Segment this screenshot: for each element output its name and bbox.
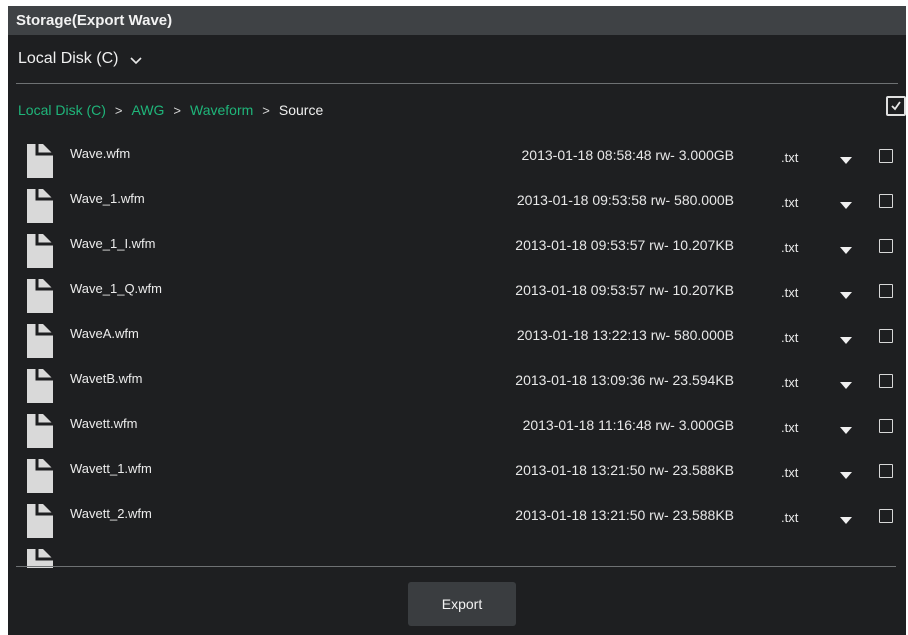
file-icon xyxy=(26,503,54,539)
file-extension: .txt xyxy=(781,195,799,210)
file-icon xyxy=(26,188,54,224)
file-row[interactable]: Wavett.wfm 2013-01-18 11:16:48 rw- 3.000G… xyxy=(8,410,906,455)
file-metadata: 2013-01-18 13:22:13 rw- 580.000B xyxy=(516,327,734,343)
file-row[interactable]: Wave_1_Q.wfm 2013-01-18 09:53:57 rw- 10.2… xyxy=(8,275,906,320)
file-name: Wave_1_Q.wfm xyxy=(70,281,162,296)
dropdown-arrow-icon[interactable] xyxy=(840,332,852,344)
file-metadata: 2013-01-18 13:21:50 rw- 23.588KB xyxy=(515,507,734,523)
file-checkbox[interactable] xyxy=(879,149,893,163)
dropdown-arrow-icon[interactable] xyxy=(840,197,852,209)
file-row[interactable]: Wavett_2.wfm 2013-01-18 13:21:50 rw- 23.5… xyxy=(8,500,906,545)
disk-select-dropdown[interactable]: Local Disk (C) xyxy=(8,35,906,83)
dropdown-arrow-icon[interactable] xyxy=(840,512,852,524)
file-row[interactable]: Wavett_1.wfm 2013-01-18 13:21:50 rw- 23.5… xyxy=(8,455,906,500)
file-extension: .txt xyxy=(781,330,799,345)
file-row-partial xyxy=(8,545,906,568)
file-checkbox[interactable] xyxy=(879,194,893,208)
file-metadata: 2013-01-18 09:53:57 rw- 10.207KB xyxy=(515,237,734,253)
breadcrumb-item[interactable]: AWG xyxy=(132,102,165,118)
breadcrumb-separator: > xyxy=(262,103,270,118)
file-row[interactable]: Wave.wfm 2013-01-18 08:58:48 rw- 3.000GB.… xyxy=(8,140,906,185)
file-name: Wave_1.wfm xyxy=(70,191,145,206)
breadcrumb-item[interactable]: Waveform xyxy=(190,102,253,118)
breadcrumb-separator: > xyxy=(173,103,182,118)
file-metadata: 2013-01-18 13:09:36 rw- 23.594KB xyxy=(515,372,734,388)
select-all-checkbox[interactable] xyxy=(886,96,906,116)
file-row[interactable]: WaveA.wfm 2013-01-18 13:22:13 rw- 580.000… xyxy=(8,320,906,365)
dialog-title: Storage(Export Wave) xyxy=(8,6,906,35)
file-checkbox[interactable] xyxy=(879,239,893,253)
file-name: Wavett_2.wfm xyxy=(70,506,152,521)
divider xyxy=(16,566,896,567)
file-checkbox[interactable] xyxy=(879,284,893,298)
file-metadata: 2013-01-18 09:53:57 rw- 10.207KB xyxy=(515,282,734,298)
file-extension: .txt xyxy=(781,465,799,480)
file-icon xyxy=(26,278,54,314)
dropdown-arrow-icon[interactable] xyxy=(840,377,852,389)
file-name: Wavett_1.wfm xyxy=(70,461,152,476)
breadcrumb-separator: > xyxy=(114,103,123,118)
file-metadata: 2013-01-18 09:53:58 rw- 580.000B xyxy=(516,192,734,208)
export-button[interactable]: Export xyxy=(408,582,516,626)
file-checkbox[interactable] xyxy=(879,374,893,388)
file-name: Wave_1_I.wfm xyxy=(70,236,156,251)
file-icon xyxy=(26,323,54,359)
file-metadata: 2013-01-18 11:16:48 rw- 3.000GB xyxy=(522,417,734,433)
file-extension: .txt xyxy=(781,285,799,300)
dropdown-arrow-icon[interactable] xyxy=(840,287,852,299)
file-extension: .txt xyxy=(781,510,799,525)
dropdown-arrow-icon[interactable] xyxy=(840,422,852,434)
file-name: WavetB.wfm xyxy=(70,371,143,386)
file-extension: .txt xyxy=(781,420,799,435)
dropdown-arrow-icon[interactable] xyxy=(840,242,852,254)
file-metadata: 2013-01-18 08:58:48 rw- 3.000GB xyxy=(521,147,734,163)
breadcrumb-items: Local Disk (C) > AWG > Waveform > Source xyxy=(18,102,323,118)
breadcrumb-item[interactable]: Local Disk (C) xyxy=(18,102,106,118)
export-wave-dialog: Storage(Export Wave) Local Disk (C) Loca… xyxy=(8,6,906,635)
file-extension: .txt xyxy=(781,240,799,255)
file-icon xyxy=(26,458,54,494)
file-icon xyxy=(26,143,54,179)
file-name: Wavett.wfm xyxy=(70,416,138,431)
file-row[interactable]: Wave_1_I.wfm 2013-01-18 09:53:57 rw- 10.2… xyxy=(8,230,906,275)
file-icon xyxy=(26,548,54,568)
dropdown-arrow-icon[interactable] xyxy=(840,152,852,164)
file-checkbox[interactable] xyxy=(879,329,893,343)
dropdown-arrow-icon[interactable] xyxy=(840,467,852,479)
breadcrumb: Local Disk (C) > AWG > Waveform > Source xyxy=(8,84,906,136)
file-checkbox[interactable] xyxy=(879,419,893,433)
file-row[interactable]: Wave_1.wfm 2013-01-18 09:53:58 rw- 580.00… xyxy=(8,185,906,230)
file-checkbox[interactable] xyxy=(879,509,893,523)
chevron-down-icon xyxy=(130,53,143,65)
file-name: WaveA.wfm xyxy=(70,326,139,341)
file-icon xyxy=(26,368,54,404)
file-extension: .txt xyxy=(781,150,799,165)
disk-select-value: Local Disk (C) xyxy=(18,50,119,67)
file-name: Wave.wfm xyxy=(70,146,131,161)
file-row[interactable]: WavetB.wfm 2013-01-18 13:09:36 rw- 23.594… xyxy=(8,365,906,410)
file-list: Wave.wfm 2013-01-18 08:58:48 rw- 3.000GB.… xyxy=(8,140,906,568)
file-icon xyxy=(26,233,54,269)
file-extension: .txt xyxy=(781,375,799,390)
breadcrumb-item: Source xyxy=(278,102,324,118)
file-checkbox[interactable] xyxy=(879,464,893,478)
file-metadata: 2013-01-18 13:21:50 rw- 23.588KB xyxy=(515,462,734,478)
file-icon xyxy=(26,413,54,449)
